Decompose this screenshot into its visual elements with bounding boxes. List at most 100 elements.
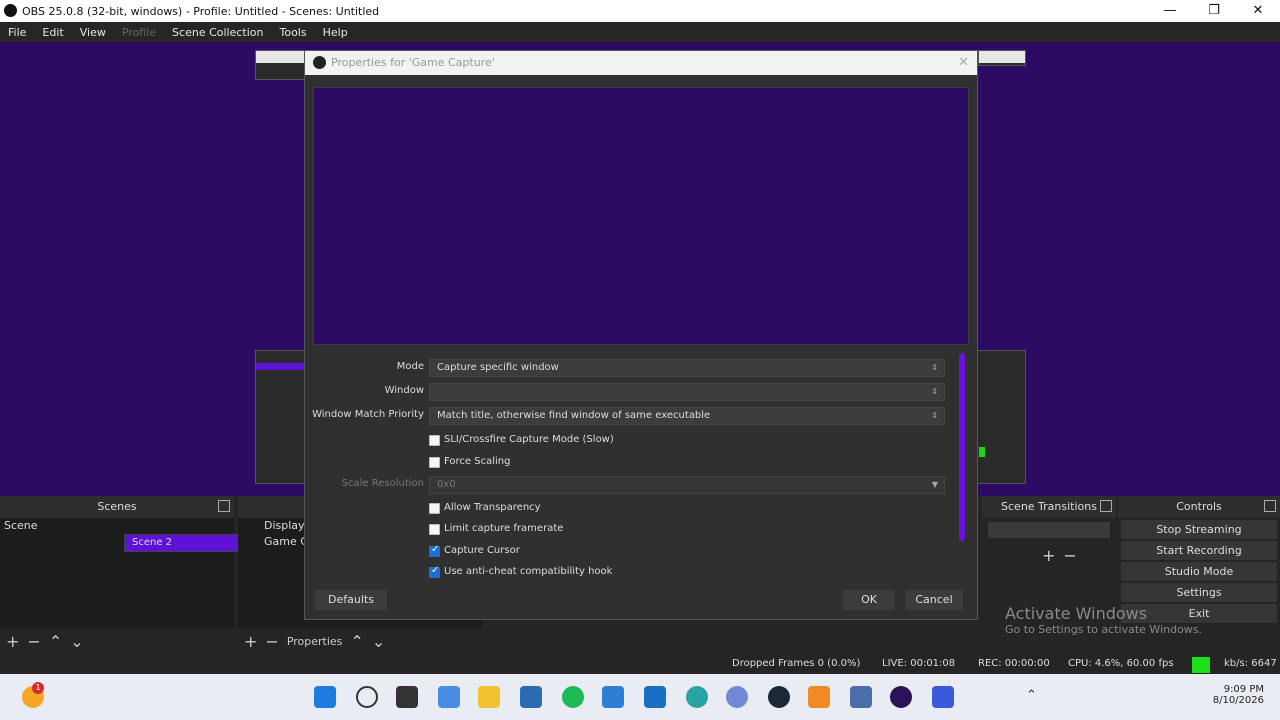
undock-icon[interactable] [218, 500, 230, 512]
task-view-icon[interactable] [396, 686, 418, 708]
transition-select[interactable] [988, 522, 1110, 538]
add-source-icon[interactable]: + [244, 632, 257, 651]
ok-button[interactable]: OK [843, 590, 895, 610]
spin-icon: ⇕ [931, 411, 938, 420]
windows-taskbar: 1 ⌃ 9:09 PM 8/10/2026 [0, 674, 1280, 720]
app-icon[interactable] [932, 686, 954, 708]
remove-transition-icon[interactable]: − [1063, 546, 1076, 565]
properties-dialog: Properties for 'Game Capture' ✕ Mode Cap… [304, 50, 978, 620]
scenes-toolbar: + − ⌃ ⌄ [0, 628, 234, 654]
menu-help[interactable]: Help [315, 26, 356, 39]
dialog-close-icon[interactable]: ✕ [958, 51, 969, 75]
force-scaling-checkbox[interactable] [429, 457, 440, 468]
undock-icon[interactable] [1264, 500, 1276, 512]
cancel-button[interactable]: Cancel [905, 590, 963, 610]
scene-item[interactable]: Scene [0, 518, 234, 534]
steam-icon[interactable] [768, 686, 790, 708]
scale-resolution-label: Scale Resolution [341, 478, 424, 489]
chevron-down-icon: ▼ [931, 480, 938, 489]
menu-scene-collection[interactable]: Scene Collection [164, 26, 271, 39]
allow-transparency-row: Allow Transparency [305, 501, 979, 519]
menu-file[interactable]: File [0, 26, 34, 39]
source-down-icon[interactable]: ⌄ [372, 632, 385, 651]
source-up-icon[interactable]: ⌃ [350, 632, 363, 651]
sources-toolbar: + − Properties ⌃ ⌄ [238, 628, 482, 654]
allow-transparency-checkbox[interactable] [429, 503, 440, 514]
start-icon[interactable] [314, 686, 336, 708]
clock[interactable]: 9:09 PM 8/10/2026 [1208, 684, 1264, 706]
status-bar: Dropped Frames 0 (0.0%) LIVE: 00:01:08 R… [0, 656, 1280, 674]
undock-icon[interactable] [1100, 500, 1112, 512]
nested-preview-panel-right [976, 350, 1026, 484]
properties-scrollbar[interactable] [959, 353, 965, 541]
minimize-button[interactable]: — [1148, 0, 1192, 22]
scale-resolution-value: 0x0 [437, 479, 456, 490]
sli-row: SLI/Crossfire Capture Mode (Slow) [305, 433, 979, 451]
dialog-titlebar: Properties for 'Game Capture' ✕ [305, 51, 977, 75]
menu-view[interactable]: View [72, 26, 114, 39]
spotify-icon[interactable] [562, 686, 584, 708]
controls-header: Controls [1118, 496, 1280, 518]
tl-app-icon[interactable] [644, 686, 666, 708]
dropped-frames: Dropped Frames 0 (0.0%) [732, 658, 861, 669]
remove-icon[interactable]: − [27, 632, 40, 651]
remove-source-icon[interactable]: − [265, 632, 278, 651]
add-transition-icon[interactable]: + [1042, 546, 1055, 565]
menu-profile[interactable]: Profile [114, 26, 164, 39]
widgets-icon[interactable] [438, 686, 460, 708]
add-icon[interactable]: + [6, 632, 19, 651]
mode-row: Mode Capture specific window ⇕ [305, 359, 979, 377]
anticheat-checkbox[interactable] [429, 565, 440, 578]
move-up-icon[interactable]: ⌃ [49, 632, 62, 651]
allow-transparency-label: Allow Transparency [444, 502, 541, 513]
window-select[interactable]: ⇕ [429, 383, 945, 401]
sli-checkbox[interactable] [429, 435, 440, 446]
menu-bar: File Edit View Profile Scene Collection … [0, 22, 1280, 42]
studio-mode-button[interactable]: Studio Mode [1121, 562, 1277, 581]
file-explorer-icon[interactable] [478, 686, 500, 708]
priority-row: Window Match Priority Match title, other… [305, 407, 979, 425]
limit-framerate-checkbox[interactable] [429, 524, 440, 535]
start-recording-button[interactable]: Start Recording [1121, 541, 1277, 560]
sli-label: SLI/Crossfire Capture Mode (Slow) [444, 434, 614, 445]
edge-icon[interactable] [686, 686, 708, 708]
close-button[interactable]: ✕ [1236, 0, 1280, 22]
obs-logo-icon [4, 4, 17, 17]
discord-icon[interactable] [726, 686, 748, 708]
properties-button[interactable]: Properties [287, 635, 343, 648]
spin-icon: ⇕ [931, 363, 938, 372]
cpu-usage: CPU: 4.6%, 60.00 fps [1068, 658, 1174, 669]
store-icon[interactable] [520, 686, 542, 708]
defaults-button[interactable]: Defaults [315, 590, 387, 610]
scale-resolution-row: Scale Resolution 0x0 ▼ [305, 476, 979, 494]
settings-app-icon[interactable] [850, 686, 872, 708]
clock-date: 8/10/2026 [1212, 695, 1264, 706]
notification-badge: 1 [32, 682, 44, 694]
clock-time: 9:09 PM [1223, 684, 1264, 695]
bitrate: kb/s: 6647 [1224, 658, 1277, 669]
move-down-icon[interactable]: ⌄ [70, 632, 83, 651]
mode-select[interactable]: Capture specific window ⇕ [429, 359, 945, 377]
search-icon[interactable] [356, 686, 378, 708]
menu-tools[interactable]: Tools [272, 26, 315, 39]
priority-select[interactable]: Match title, otherwise find window of sa… [429, 407, 945, 425]
maximize-button[interactable]: ❐ [1192, 0, 1236, 22]
tray-chevron-icon[interactable]: ⌃ [1026, 688, 1037, 703]
scale-resolution-select[interactable]: 0x0 ▼ [429, 476, 945, 494]
settings-button[interactable]: Settings [1121, 583, 1277, 602]
window-label: Window [384, 385, 424, 396]
obs-taskbar-icon[interactable] [890, 686, 912, 708]
recorder-icon[interactable] [808, 686, 830, 708]
stop-streaming-button[interactable]: Stop Streaming [1121, 520, 1277, 539]
mail-icon[interactable] [602, 686, 624, 708]
capture-cursor-checkbox[interactable] [429, 544, 440, 557]
mode-value: Capture specific window [437, 362, 559, 373]
priority-label: Window Match Priority [312, 409, 424, 420]
anticheat-row: Use anti-cheat compatibility hook [305, 565, 979, 583]
mode-label: Mode [396, 361, 424, 372]
menu-edit[interactable]: Edit [34, 26, 71, 39]
nested-preview-window-right [978, 50, 1026, 66]
stream-health-indicator [1192, 657, 1210, 673]
nested-preview-window [255, 50, 305, 80]
transitions-toolbar: + − [982, 542, 1116, 568]
